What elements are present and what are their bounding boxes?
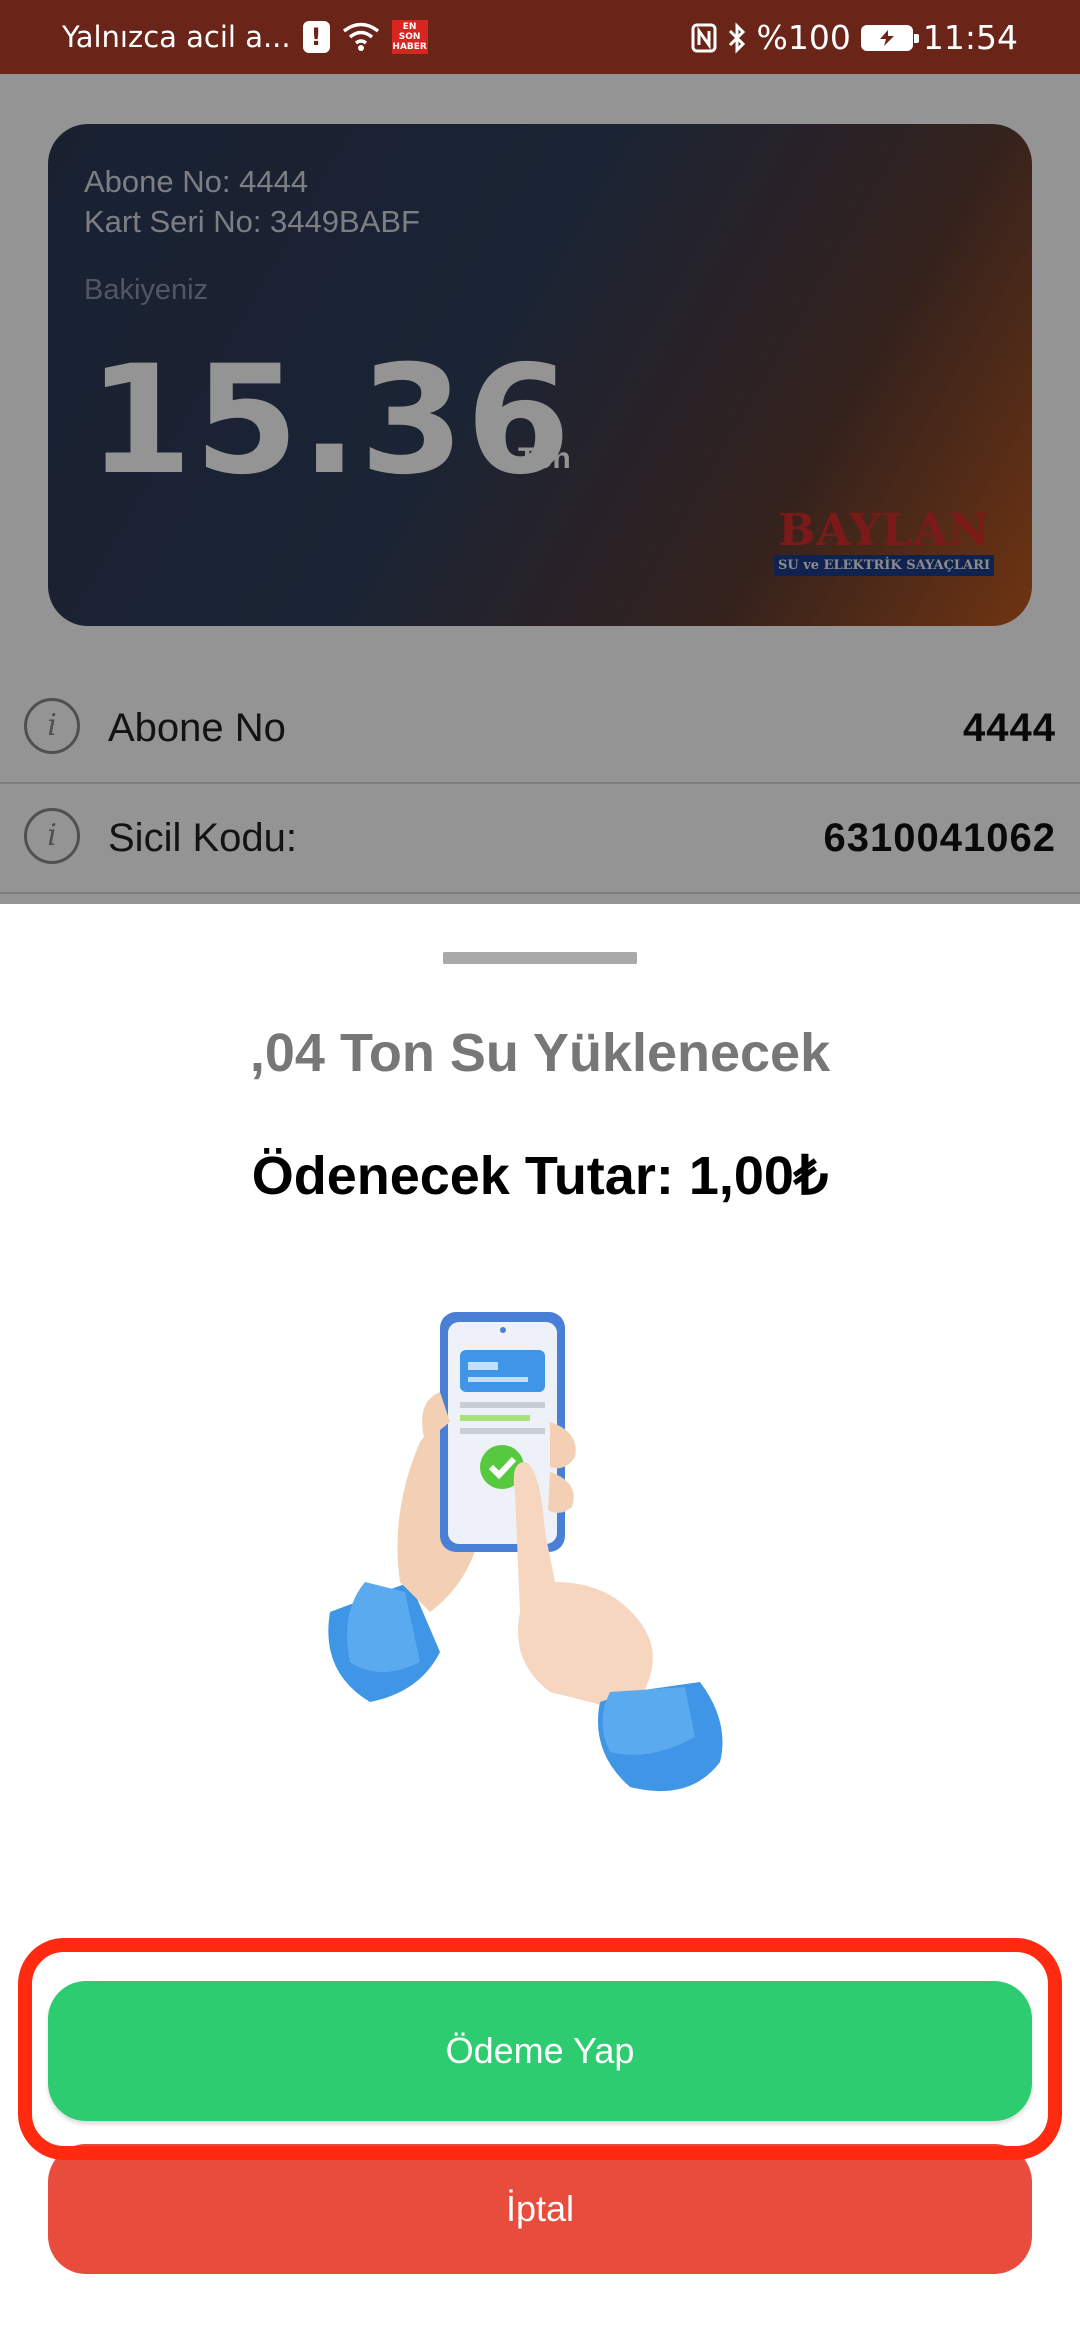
status-bar-right: %100 11:54 [691, 18, 1018, 57]
status-bar: Yalnızca acil a... ! EN SON HABER %100 1… [0, 0, 1080, 74]
alert-icon: ! [302, 21, 330, 53]
battery-percent: %100 [756, 18, 851, 57]
drag-handle[interactable] [443, 952, 637, 964]
wifi-icon [342, 22, 380, 52]
payment-amount: Ödenecek Tutar: 1,00₺ [251, 1146, 829, 1206]
payment-bottom-sheet: ,04 Ton Su Yüklenecek Ödenecek Tutar: 1,… [0, 904, 1080, 2340]
bluetooth-icon [727, 21, 747, 54]
notification-text: Yalnızca acil a... [62, 20, 291, 54]
pay-button-highlight [18, 1938, 1062, 2160]
clock: 11:54 [922, 18, 1018, 57]
status-bar-left: Yalnızca acil a... ! EN SON HABER [62, 20, 428, 54]
battery-charging-icon [860, 24, 919, 51]
phone-payment-illustration [310, 1282, 790, 1802]
cancel-button[interactable]: İptal [48, 2144, 1032, 2274]
news-app-icon: EN SON HABER [391, 20, 428, 54]
load-amount-title: ,04 Ton Su Yüklenecek [249, 1023, 831, 1083]
nfc-icon [691, 23, 717, 53]
modal-scrim[interactable] [0, 74, 1080, 904]
